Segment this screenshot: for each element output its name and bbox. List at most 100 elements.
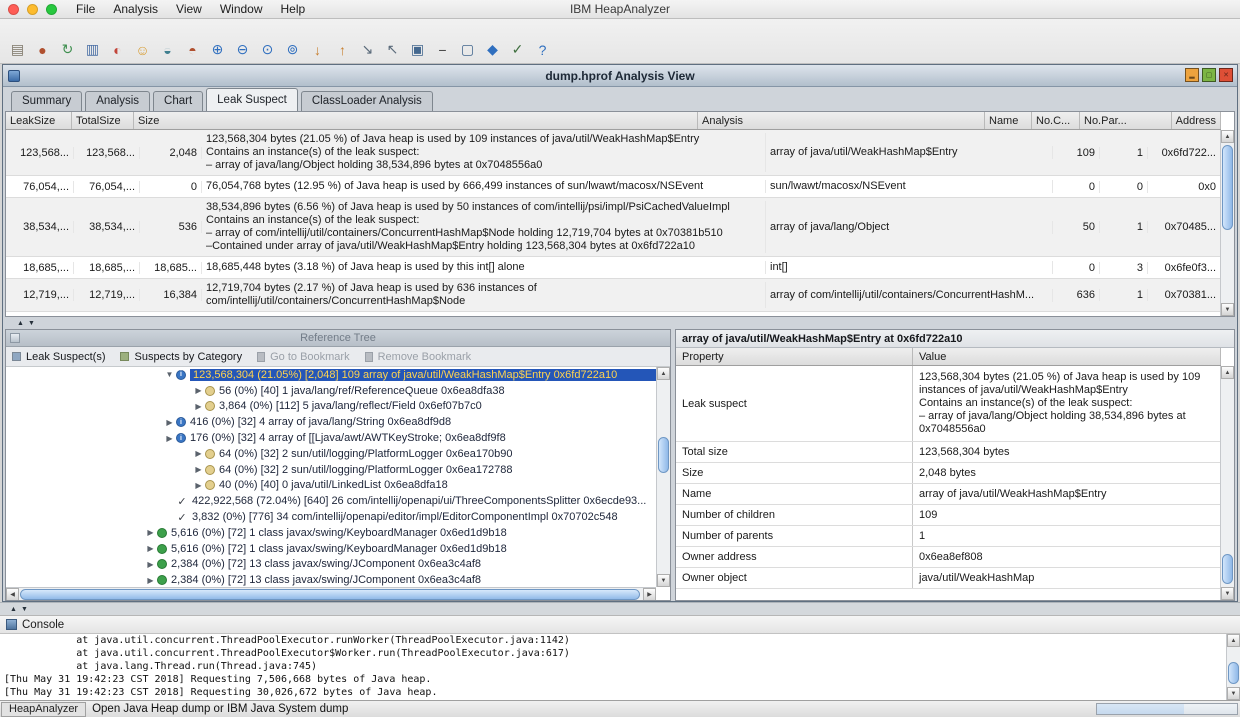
expand-arrow-icon[interactable]: ▶ xyxy=(163,434,176,443)
table-row[interactable]: 38,534,... 38,534,... 536 38,534,896 byt… xyxy=(6,198,1221,257)
scroll-thumb[interactable] xyxy=(20,589,640,600)
expand-arrow-icon[interactable]: ▶ xyxy=(192,465,205,474)
reference-tree-titlebar[interactable]: Reference Tree xyxy=(6,330,670,347)
property-row[interactable]: Owner address 0x6ea8ef808 xyxy=(676,547,1221,568)
property-row[interactable]: Total size 123,568,304 bytes xyxy=(676,442,1221,463)
tab[interactable]: Chart xyxy=(153,91,204,111)
maximize-button[interactable]: ▢ xyxy=(1202,68,1216,82)
menu-item[interactable]: Window xyxy=(211,2,272,16)
property-row[interactable]: Owner object java/util/WeakHashMap xyxy=(676,568,1221,589)
splitter-collapse-down-icon[interactable]: ▼ xyxy=(19,606,30,613)
scroll-thumb[interactable] xyxy=(1222,554,1233,584)
horizontal-splitter[interactable]: ▲ ▼ xyxy=(5,317,1235,329)
status-scrollbar-thumb[interactable] xyxy=(1097,704,1184,714)
menu-item[interactable]: View xyxy=(167,2,211,16)
zoom-reset-icon[interactable]: ⊙ xyxy=(256,39,279,60)
run-icon[interactable]: ◆ xyxy=(481,39,504,60)
tree-row[interactable]: ▶ 5,616 (0%) [72] 1 class javax/swing/Ke… xyxy=(6,525,656,541)
sort-ascending-icon[interactable]: ↑ xyxy=(331,39,354,60)
console-vertical-scrollbar[interactable]: ▲ ▼ xyxy=(1226,634,1240,700)
import-icon[interactable]: ↖ xyxy=(381,39,404,60)
column-header[interactable]: Address xyxy=(1172,112,1221,129)
property-row[interactable]: Number of parents 1 xyxy=(676,526,1221,547)
scroll-up-icon[interactable]: ▲ xyxy=(657,367,670,380)
expand-arrow-icon[interactable]: ▶ xyxy=(163,418,176,427)
column-header[interactable]: LeakSize xyxy=(6,112,72,129)
value-column-header[interactable]: Value xyxy=(913,348,1221,365)
tree-row[interactable]: ✓ 3,832 (0%) [776] 34 com/intellij/opena… xyxy=(6,509,656,525)
tab[interactable]: Leak Suspect xyxy=(206,88,298,111)
property-row[interactable]: Size 2,048 bytes xyxy=(676,463,1221,484)
tree-row[interactable]: ▶ 3,864 (0%) [112] 5 java/lang/reflect/F… xyxy=(6,399,656,415)
scroll-up-icon[interactable]: ▲ xyxy=(1221,130,1234,143)
kettle-icon[interactable]: ◓ xyxy=(181,39,204,60)
help-icon[interactable]: ? xyxy=(531,39,554,60)
close-button[interactable]: ✕ xyxy=(1219,68,1233,82)
minimize-button[interactable]: ▂ xyxy=(1185,68,1199,82)
sort-descending-icon[interactable]: ↓ xyxy=(306,39,329,60)
scroll-thumb[interactable] xyxy=(1228,662,1239,684)
scroll-down-icon[interactable]: ▼ xyxy=(657,574,670,587)
tree-row[interactable]: ▶ 5,616 (0%) [72] 1 class javax/swing/Ke… xyxy=(6,541,656,557)
window-titlebar[interactable]: dump.hprof Analysis View ▂ ▢ ✕ xyxy=(3,65,1237,87)
scroll-thumb[interactable] xyxy=(1222,145,1233,230)
scroll-down-icon[interactable]: ▼ xyxy=(1227,687,1240,700)
leak-suspects-button[interactable]: Leak Suspect(s) xyxy=(26,351,105,363)
tree-vertical-scrollbar[interactable]: ▲ ▼ xyxy=(656,367,670,587)
screen-icon[interactable]: ▣ xyxy=(406,39,429,60)
tree-row[interactable]: ▼ i 123,568,304 (21.05%) [2,048] 109 arr… xyxy=(6,367,656,383)
tree-row[interactable]: ▶ 56 (0%) [40] 1 java/lang/ref/Reference… xyxy=(6,383,656,399)
expand-arrow-icon[interactable]: ▼ xyxy=(163,370,176,379)
open-file-icon[interactable]: ▤ xyxy=(6,39,29,60)
property-row[interactable]: Name array of java/util/WeakHashMap$Entr… xyxy=(676,484,1221,505)
expand-arrow-icon[interactable]: ▶ xyxy=(144,544,157,553)
go-to-bookmark-button[interactable]: Go to Bookmark xyxy=(270,351,349,363)
column-header[interactable]: Size xyxy=(134,112,698,129)
table-row[interactable]: 18,685,... 18,685,... 18,685... 18,685,4… xyxy=(6,257,1221,279)
tree-row[interactable]: ▶ i 176 (0%) [32] 4 array of [[Ljava/awt… xyxy=(6,430,656,446)
zoom-fit-icon[interactable]: ⊚ xyxy=(281,39,304,60)
scroll-left-icon[interactable]: ◀ xyxy=(6,588,19,600)
column-header[interactable]: Name xyxy=(985,112,1032,129)
table-row[interactable]: 123,568... 123,568... 2,048 123,568,304 … xyxy=(6,130,1221,176)
display-icon[interactable]: ▢ xyxy=(456,39,479,60)
column-header[interactable]: Analysis xyxy=(698,112,985,129)
menu-item[interactable]: Help xyxy=(272,2,315,16)
menu-item[interactable]: File xyxy=(67,2,104,16)
tab[interactable]: Summary xyxy=(11,91,83,111)
tree-row[interactable]: ▶ 2,384 (0%) [72] 13 class javax/swing/J… xyxy=(6,557,656,573)
splitter-collapse-up-icon[interactable]: ▲ xyxy=(15,320,26,327)
scroll-down-icon[interactable]: ▼ xyxy=(1221,587,1234,600)
splitter-collapse-down-icon[interactable]: ▼ xyxy=(26,320,37,327)
property-column-header[interactable]: Property xyxy=(676,348,913,365)
column-header[interactable]: No.C... xyxy=(1032,112,1080,129)
splitter-collapse-up-icon[interactable]: ▲ xyxy=(8,606,19,613)
expand-arrow-icon[interactable]: ▶ xyxy=(144,576,157,585)
table-vertical-scrollbar[interactable]: ▲ ▼ xyxy=(1220,130,1234,316)
expand-arrow-icon[interactable]: ▶ xyxy=(192,386,205,395)
close-window-button[interactable] xyxy=(8,3,19,15)
scroll-up-icon[interactable]: ▲ xyxy=(1221,366,1234,379)
alert-icon[interactable]: ◐ xyxy=(106,39,129,60)
menu-item[interactable]: Analysis xyxy=(104,2,167,16)
property-row[interactable]: Leak suspect 123,568,304 bytes (21.05 %)… xyxy=(676,366,1221,442)
tab[interactable]: ClassLoader Analysis xyxy=(300,91,433,111)
tree-row[interactable]: ▶ 2,384 (0%) [72] 13 class javax/swing/J… xyxy=(6,572,656,587)
zoom-window-button[interactable] xyxy=(46,3,57,15)
tree-row[interactable]: ▶ i 416 (0%) [32] 4 array of java/lang/S… xyxy=(6,414,656,430)
scroll-up-icon[interactable]: ▲ xyxy=(1227,634,1240,647)
status-scrollbar[interactable] xyxy=(1096,703,1238,715)
teacup-icon[interactable]: ◒ xyxy=(156,39,179,60)
tree-horizontal-scrollbar[interactable]: ◀ ▶ xyxy=(6,587,656,600)
expand-arrow-icon[interactable]: ▶ xyxy=(192,449,205,458)
console-output[interactable]: at java.util.concurrent.ThreadPoolExecut… xyxy=(0,634,1240,700)
suspects-by-category-button[interactable]: Suspects by Category xyxy=(134,351,242,363)
table-row[interactable]: 76,054,... 76,054,... 0 76,054,768 bytes… xyxy=(6,176,1221,198)
expand-arrow-icon[interactable]: ▶ xyxy=(144,560,157,569)
console-header[interactable]: Console xyxy=(0,615,1240,634)
refresh-icon[interactable]: ↻ xyxy=(56,39,79,60)
property-row[interactable]: Number of children 109 xyxy=(676,505,1221,526)
tree-row[interactable]: ▶ 64 (0%) [32] 2 sun/util/logging/Platfo… xyxy=(6,462,656,478)
column-header[interactable]: No.Par... xyxy=(1080,112,1172,129)
tree-row[interactable]: ✓ 422,922,568 (72.04%) [640] 26 com/inte… xyxy=(6,493,656,509)
